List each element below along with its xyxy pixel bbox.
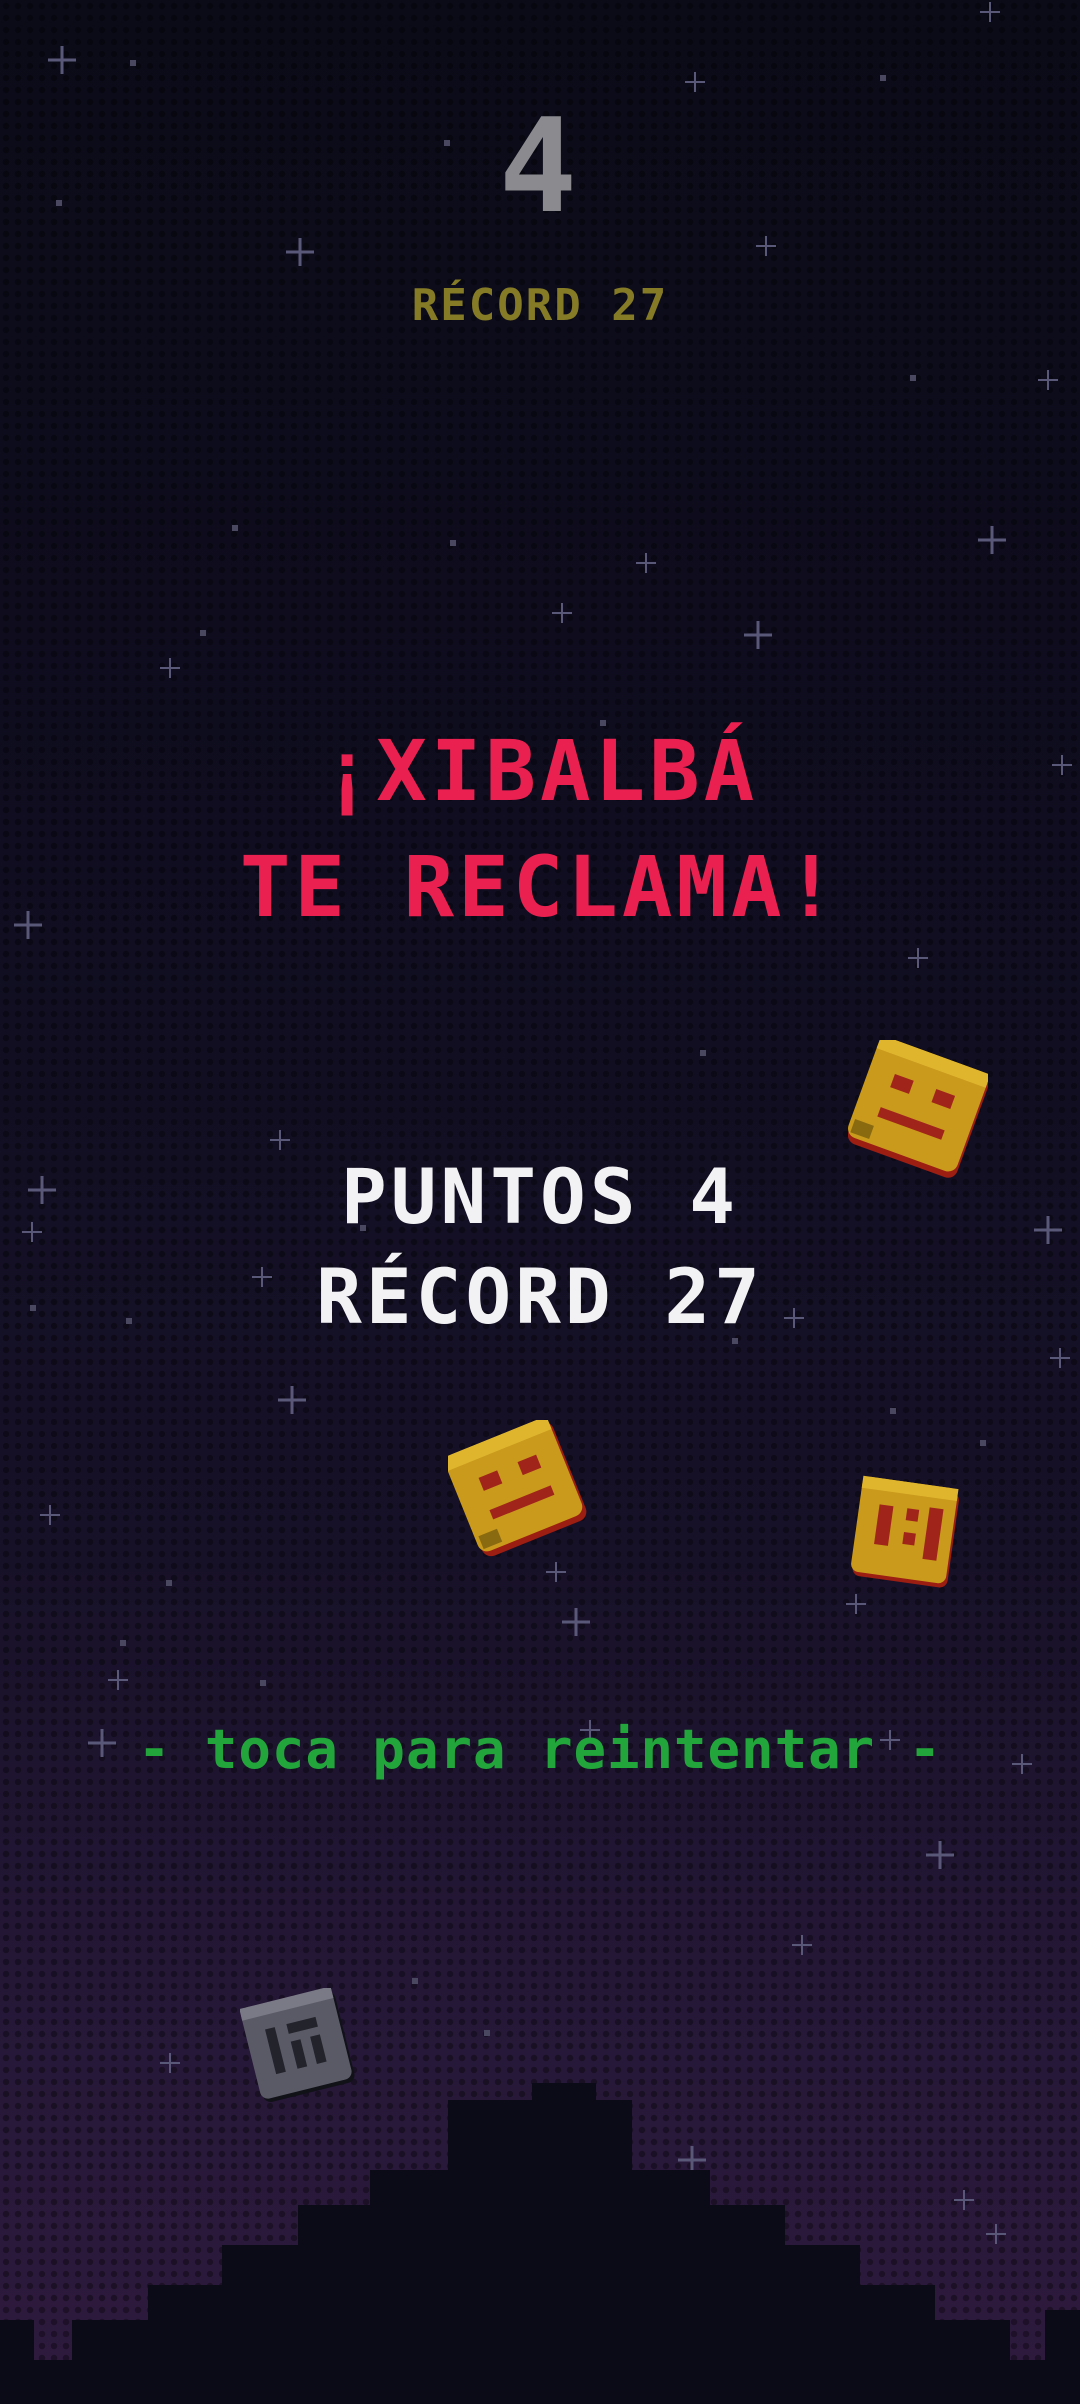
game-screen[interactable]: 4 RÉCORD 27 ¡XIBALBÁ TE RECLAMA! PUNTOS … bbox=[0, 0, 1080, 2404]
game-over-title-line1: ¡XIBALBÁ bbox=[321, 722, 759, 820]
hud-record: RÉCORD 27 bbox=[411, 280, 669, 331]
retry-prompt[interactable]: - toca para reintentar - bbox=[0, 1718, 1080, 1781]
current-score: 4 bbox=[498, 90, 582, 242]
gold-mask-icon bbox=[448, 1420, 587, 1557]
stone-mask-icon bbox=[240, 1988, 355, 2103]
gold-mask-icon bbox=[851, 1475, 959, 1588]
game-over-title-line2: TE RECLAMA! bbox=[239, 838, 841, 936]
gold-mask-icon bbox=[848, 1040, 988, 1178]
final-record: RÉCORD 27 bbox=[316, 1252, 764, 1341]
